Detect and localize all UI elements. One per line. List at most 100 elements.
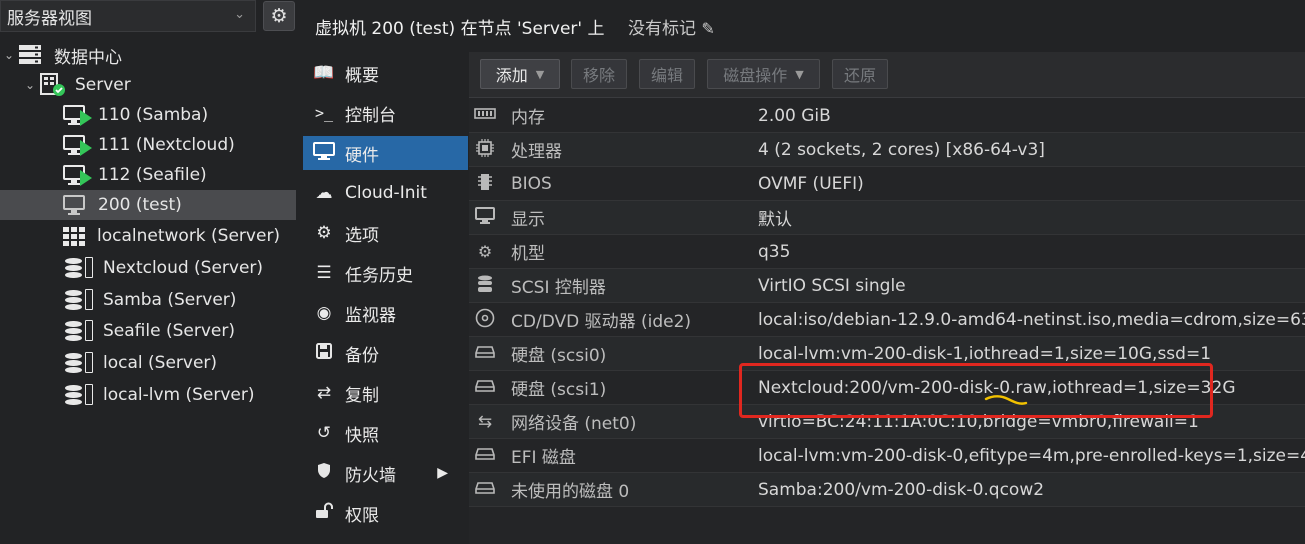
terminal-icon: >_ bbox=[314, 104, 334, 122]
edit-button[interactable]: 编辑 bbox=[639, 59, 695, 89]
cogs-icon: ⚙ bbox=[477, 242, 493, 261]
hw-name: BIOS bbox=[511, 173, 552, 194]
page-title: 虚拟机 200 (test) 在节点 'Server' 上 bbox=[315, 19, 605, 39]
nav-item-label: 硬件 bbox=[345, 145, 379, 166]
tree-item-label: 110 (Samba) bbox=[98, 105, 209, 125]
add-button[interactable]: 添加 ▼ bbox=[480, 59, 560, 89]
add-button-label: 添加 bbox=[495, 66, 528, 85]
nav-item-snapshots[interactable]: ↺ 快照 bbox=[303, 416, 468, 450]
tree-item-storage-nextcloud[interactable]: Nextcloud (Server) bbox=[0, 253, 296, 283]
nav-item-summary[interactable]: 📖 概要 bbox=[303, 56, 468, 90]
tree-item-vm-200[interactable]: 200 (test) bbox=[0, 190, 296, 220]
chevron-down-icon[interactable]: ⌄ bbox=[4, 48, 18, 62]
storage-icon bbox=[63, 384, 97, 406]
hw-row-bios[interactable]: BIOS OVMF (UEFI) bbox=[469, 167, 1305, 201]
vm-running-icon bbox=[63, 104, 93, 126]
vm-running-icon bbox=[63, 164, 93, 186]
exchange-icon: ⇆ bbox=[477, 411, 493, 432]
desktop-icon bbox=[473, 207, 497, 228]
hw-value: 默认 bbox=[758, 210, 792, 230]
nav-item-task-history[interactable]: ☰ 任务历史 bbox=[303, 256, 468, 290]
view-selector[interactable]: 服务器视图 ⌄ bbox=[0, 0, 256, 32]
database-icon bbox=[473, 275, 497, 297]
tags-area[interactable]: 没有标记 ✎ bbox=[628, 14, 715, 39]
hdd-icon bbox=[473, 481, 497, 499]
tree-item-vm-110[interactable]: 110 (Samba) bbox=[0, 100, 296, 130]
tree-item-label: localnetwork (Server) bbox=[97, 226, 281, 246]
hw-row-memory[interactable]: 内存 2.00 GiB bbox=[469, 99, 1305, 133]
revert-button[interactable]: 还原 bbox=[832, 59, 888, 89]
storage-icon bbox=[63, 289, 97, 311]
nav-item-label: 备份 bbox=[345, 345, 379, 366]
content-header: 虚拟机 200 (test) 在节点 'Server' 上 没有标记 ✎ bbox=[303, 0, 1305, 48]
tree-item-storage-seafile[interactable]: Seafile (Server) bbox=[0, 316, 296, 346]
view-selector-value: 服务器视图 bbox=[7, 8, 92, 29]
tree-item-label: 数据中心 bbox=[54, 47, 122, 68]
hw-value: 4 (2 sockets, 2 cores) [x86-64-v3] bbox=[758, 139, 1045, 160]
hw-value: VirtIO SCSI single bbox=[758, 275, 906, 296]
retweet-icon: ⇄ bbox=[316, 383, 332, 403]
vm-icon bbox=[63, 194, 93, 216]
eye-icon: ◉ bbox=[316, 303, 332, 323]
server-node-icon bbox=[39, 73, 75, 97]
grid-icon bbox=[63, 225, 97, 247]
chevron-right-icon: ▶ bbox=[437, 465, 448, 481]
hw-row-unused-disk0[interactable]: 未使用的磁盘 0 Samba:200/vm-200-disk-0.qcow2 bbox=[469, 473, 1305, 507]
pencil-icon[interactable]: ✎ bbox=[701, 19, 714, 38]
disk-action-button[interactable]: 磁盘操作 ▼ bbox=[707, 59, 820, 89]
gear-icon: ⚙ bbox=[316, 223, 332, 243]
hw-name: 硬盘 (scsi1) bbox=[511, 380, 607, 400]
hw-row-processor[interactable]: 处理器 4 (2 sockets, 2 cores) [x86-64-v3] bbox=[469, 133, 1305, 167]
nav-item-replication[interactable]: ⇄ 复制 bbox=[303, 376, 468, 410]
hw-name: 显示 bbox=[511, 210, 545, 230]
nav-item-label: 快照 bbox=[345, 425, 379, 446]
tree-item-storage-local-lvm[interactable]: local-lvm (Server) bbox=[0, 380, 296, 410]
hardware-panel: 添加 ▼ 移除 编辑 磁盘操作 ▼ 还原 内存 2.00 GiB 处理器 4 (… bbox=[469, 52, 1305, 544]
tree-settings-button[interactable]: ⚙ bbox=[263, 1, 295, 31]
tree-item-storage-samba[interactable]: Samba (Server) bbox=[0, 285, 296, 315]
list-icon: ☰ bbox=[316, 263, 332, 283]
chevron-down-icon[interactable]: ⌄ bbox=[25, 78, 39, 92]
nav-item-cloud-init[interactable]: ☁ Cloud-Init bbox=[303, 176, 468, 210]
history-icon: ↺ bbox=[316, 423, 332, 443]
tree-item-datacenter[interactable]: ⌄ 数据中心 bbox=[0, 40, 296, 70]
cpu-icon bbox=[473, 138, 497, 161]
tree-item-label: 200 (test) bbox=[98, 195, 182, 215]
nav-item-firewall[interactable]: 防火墙 ▶ bbox=[303, 456, 468, 490]
nav-item-options[interactable]: ⚙ 选项 bbox=[303, 216, 468, 250]
chevron-down-icon: ▼ bbox=[795, 67, 804, 81]
floppy-icon bbox=[309, 342, 339, 364]
tree-item-vm-111[interactable]: 111 (Nextcloud) bbox=[0, 130, 296, 160]
tree-item-node-server[interactable]: ⌄ Server bbox=[0, 70, 296, 100]
hw-row-efi-disk[interactable]: EFI 磁盘 local-lvm:vm-200-disk-0,efitype=4… bbox=[469, 439, 1305, 473]
storage-icon bbox=[63, 352, 97, 374]
tree-item-storage-local[interactable]: local (Server) bbox=[0, 348, 296, 378]
disk-action-button-label: 磁盘操作 bbox=[723, 66, 788, 85]
nav-item-hardware[interactable]: 硬件 bbox=[303, 136, 468, 170]
remove-button[interactable]: 移除 bbox=[571, 59, 627, 89]
tree-item-localnetwork[interactable]: localnetwork (Server) bbox=[0, 221, 296, 251]
nav-item-backup[interactable]: 备份 bbox=[303, 336, 468, 370]
microchip-icon bbox=[473, 173, 497, 195]
tree-item-label: 111 (Nextcloud) bbox=[98, 135, 235, 155]
hw-row-machine[interactable]: ⚙ 机型 q35 bbox=[469, 235, 1305, 269]
hw-name: CD/DVD 驱动器 (ide2) bbox=[511, 312, 692, 332]
nav-item-permissions[interactable]: 权限 bbox=[303, 496, 468, 530]
remove-button-label: 移除 bbox=[582, 66, 615, 85]
hw-value: local:iso/debian-12.9.0-amd64-netinst.is… bbox=[758, 309, 1305, 330]
tree-item-label: 112 (Seafile) bbox=[98, 165, 207, 185]
hw-name: 硬盘 (scsi0) bbox=[511, 346, 607, 366]
nav-item-console[interactable]: >_ 控制台 bbox=[303, 96, 468, 130]
hw-row-scsi-controller[interactable]: SCSI 控制器 VirtIO SCSI single bbox=[469, 269, 1305, 303]
hw-row-cdrom[interactable]: CD/DVD 驱动器 (ide2) local:iso/debian-12.9.… bbox=[469, 303, 1305, 337]
hw-name: 未使用的磁盘 0 bbox=[511, 482, 630, 502]
hw-row-display[interactable]: 显示 默认 bbox=[469, 201, 1305, 235]
nav-item-monitor[interactable]: ◉ 监视器 bbox=[303, 296, 468, 330]
cdrom-icon bbox=[473, 308, 497, 332]
nav-item-label: 控制台 bbox=[345, 105, 396, 126]
vm-running-icon bbox=[63, 134, 93, 156]
tree-item-vm-112[interactable]: 112 (Seafile) bbox=[0, 160, 296, 190]
tags-label: 没有标记 bbox=[628, 19, 696, 39]
underline-annotation bbox=[984, 395, 1028, 405]
hw-value: local-lvm:vm-200-disk-1,iothread=1,size=… bbox=[758, 343, 1212, 364]
